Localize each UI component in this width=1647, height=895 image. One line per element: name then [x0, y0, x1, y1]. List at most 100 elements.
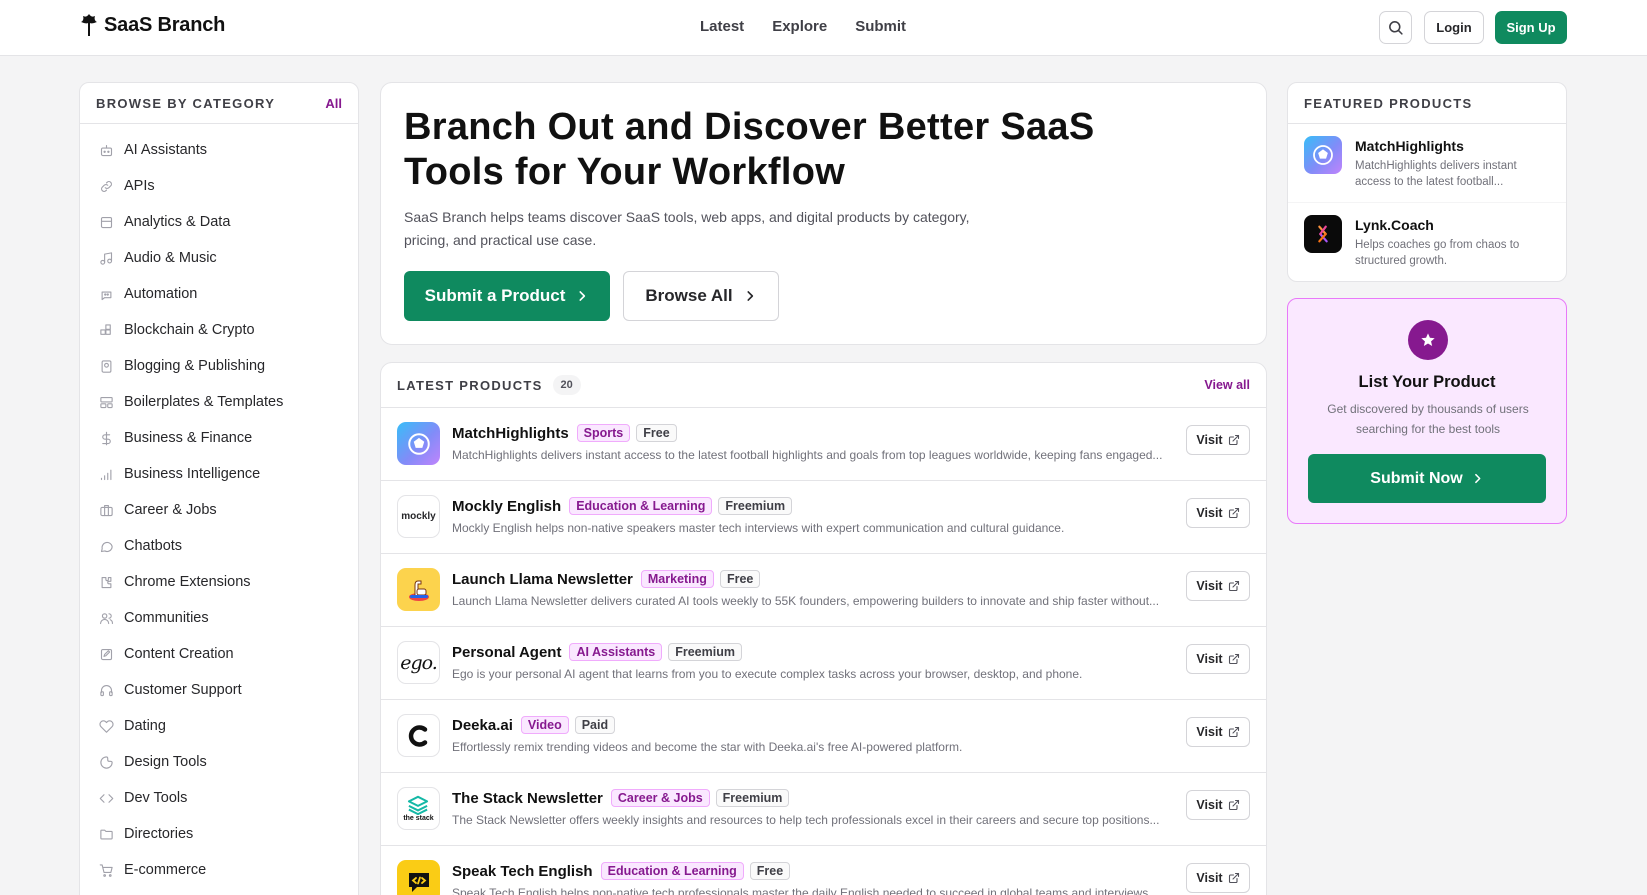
sidebar-item-blogging-publishing[interactable]: Blogging & Publishing [80, 348, 358, 384]
soccer-ball-icon [1304, 136, 1342, 174]
product-description: The Stack Newsletter offers weekly insig… [452, 813, 1160, 827]
visit-label: Visit [1196, 579, 1223, 593]
login-button[interactable]: Login [1424, 11, 1484, 44]
category-tag[interactable]: Education & Learning [569, 497, 713, 515]
star-icon [1408, 320, 1448, 360]
pricing-tag: Free [719, 570, 761, 588]
sidebar-item-business-finance[interactable]: Business & Finance [80, 420, 358, 456]
sidebar-item-chrome-extensions[interactable]: Chrome Extensions [80, 564, 358, 600]
sidebar-item-design-tools[interactable]: Design Tools [80, 744, 358, 780]
briefcase-icon [98, 502, 114, 518]
product-row[interactable]: MatchHighlights Sports Free MatchHighlights… [381, 408, 1266, 481]
headset-icon [98, 682, 114, 698]
palette-icon [98, 754, 114, 770]
visit-button[interactable]: Visit [1186, 425, 1250, 455]
latest-products-header: LATEST PRODUCTS 20 View all [381, 363, 1266, 408]
visit-button[interactable]: Visit [1186, 644, 1250, 674]
product-title-row: Personal Agent AI Assistants Freemium [452, 643, 742, 661]
sidebar-item-content-creation[interactable]: Content Creation [80, 636, 358, 672]
visit-button[interactable]: Visit [1186, 790, 1250, 820]
sidebar-item-label: Customer Support [124, 682, 242, 698]
category-tag[interactable]: Sports [576, 424, 631, 442]
sidebar-item-analytics-data[interactable]: Analytics & Data [80, 204, 358, 240]
product-row[interactable]: the stack The Stack Newsletter Career & Jo… [381, 773, 1266, 846]
browse-all-label: Browse All [645, 286, 733, 305]
sidebar-item-automation[interactable]: Automation [80, 276, 358, 312]
view-all-link[interactable]: View all [1204, 378, 1250, 392]
lynk-logo-icon [1304, 215, 1342, 253]
nav-latest[interactable]: Latest [700, 18, 744, 35]
sidebar-item-audio-music[interactable]: Audio & Music [80, 240, 358, 276]
product-name[interactable]: Personal Agent [452, 644, 561, 661]
product-row[interactable]: Speak Tech English Education & Learning Fr… [381, 846, 1266, 895]
sidebar-item-communities[interactable]: Communities [80, 600, 358, 636]
signup-button[interactable]: Sign Up [1495, 11, 1567, 44]
submit-product-button[interactable]: Submit a Product [404, 271, 610, 321]
sidebar-item-boilerplates-templates[interactable]: Boilerplates & Templates [80, 384, 358, 420]
product-title-row: Speak Tech English Education & Learning Fr… [452, 862, 791, 880]
sidebar-item-business-intelligence[interactable]: Business Intelligence [80, 456, 358, 492]
product-row[interactable]: Launch Llama Newsletter Marketing Free Laun… [381, 554, 1266, 627]
visit-label: Visit [1196, 871, 1223, 885]
sidebar-item-label: Blockchain & Crypto [124, 322, 255, 338]
sidebar-item-career-jobs[interactable]: Career & Jobs [80, 492, 358, 528]
product-name[interactable]: Launch Llama Newsletter [452, 571, 633, 588]
category-tag[interactable]: Career & Jobs [610, 789, 710, 807]
sidebar-item-apis[interactable]: APIs [80, 168, 358, 204]
sidebar-item-e-commerce[interactable]: E-commerce [80, 852, 358, 888]
sidebar-item-label: AI Assistants [124, 142, 208, 158]
sidebar-item-label: Content Creation [124, 646, 234, 662]
featured-desc: Helps coaches go from chaos to structure… [1355, 239, 1520, 267]
visit-button[interactable]: Visit [1186, 863, 1250, 893]
product-row[interactable]: Deeka.ai Video Paid Effortlessly remix tren… [381, 700, 1266, 773]
sidebar-item-chatbots[interactable]: Chatbots [80, 528, 358, 564]
sidebar-item-blockchain-crypto[interactable]: Blockchain & Crypto [80, 312, 358, 348]
category-tag[interactable]: Video [520, 716, 569, 734]
product-name[interactable]: Deeka.ai [452, 717, 513, 734]
sidebar-item-label: Communities [124, 610, 209, 626]
product-name[interactable]: The Stack Newsletter [452, 790, 603, 807]
visit-label: Visit [1196, 725, 1223, 739]
nav-explore[interactable]: Explore [772, 18, 827, 35]
logo-text: mockly [401, 511, 436, 522]
product-title-row: Mockly English Education & Learning Freemi… [452, 497, 793, 515]
list-product-title: List Your Product [1358, 373, 1496, 391]
product-row[interactable]: mockly Mockly English Education & Learning… [381, 481, 1266, 554]
brand-logo[interactable]: SaaS Branch [78, 12, 225, 38]
all-categories-link[interactable]: All [325, 96, 342, 111]
sidebar-item-label: Dev Tools [124, 790, 188, 806]
product-name[interactable]: Mockly English [452, 498, 561, 515]
submit-now-button[interactable]: Submit Now [1308, 454, 1546, 503]
tree-icon [81, 14, 97, 36]
sidebar-item-dating[interactable]: Dating [80, 708, 358, 744]
nav-submit[interactable]: Submit [855, 18, 906, 35]
sidebar-item-customer-support[interactable]: Customer Support [80, 672, 358, 708]
chevron-right-icon [579, 291, 586, 301]
product-description: Ego is your personal AI agent that learn… [452, 667, 1083, 681]
search-button[interactable] [1379, 11, 1412, 44]
sidebar-item-label: Business Intelligence [124, 466, 261, 482]
soccer-ball-icon [397, 422, 440, 465]
visit-button[interactable]: Visit [1186, 498, 1250, 528]
sidebar-item-dev-tools[interactable]: Dev Tools [80, 780, 358, 816]
featured-item[interactable]: Lynk.Coach Helps coaches go from chaos t… [1288, 203, 1566, 281]
featured-item[interactable]: MatchHighlights MatchHighlights delivers… [1288, 124, 1566, 203]
product-row[interactable]: ego. Personal Agent AI Assistants Freemium E… [381, 627, 1266, 700]
stack-logo: the stack [397, 787, 440, 830]
category-tag[interactable]: Marketing [640, 570, 714, 588]
product-name[interactable]: MatchHighlights [452, 425, 569, 442]
product-name[interactable]: Speak Tech English [452, 863, 593, 880]
visit-button[interactable]: Visit [1186, 717, 1250, 747]
visit-button[interactable]: Visit [1186, 571, 1250, 601]
sidebar-item-directories[interactable]: Directories [80, 816, 358, 852]
category-tag[interactable]: Education & Learning [600, 862, 744, 880]
sidebar-item-label: Career & Jobs [124, 502, 217, 518]
pricing-tag: Free [636, 424, 677, 442]
product-title-row: Deeka.ai Video Paid [452, 716, 616, 734]
browse-all-button[interactable]: Browse All [623, 271, 779, 321]
sidebar-item-ai-assistants[interactable]: AI Assistants [80, 132, 358, 168]
featured-title: FEATURED PRODUCTS [1288, 83, 1566, 124]
category-tag[interactable]: AI Assistants [569, 643, 663, 661]
book-icon [98, 358, 114, 374]
product-description: Mockly English helps non-native speakers… [452, 521, 1065, 535]
